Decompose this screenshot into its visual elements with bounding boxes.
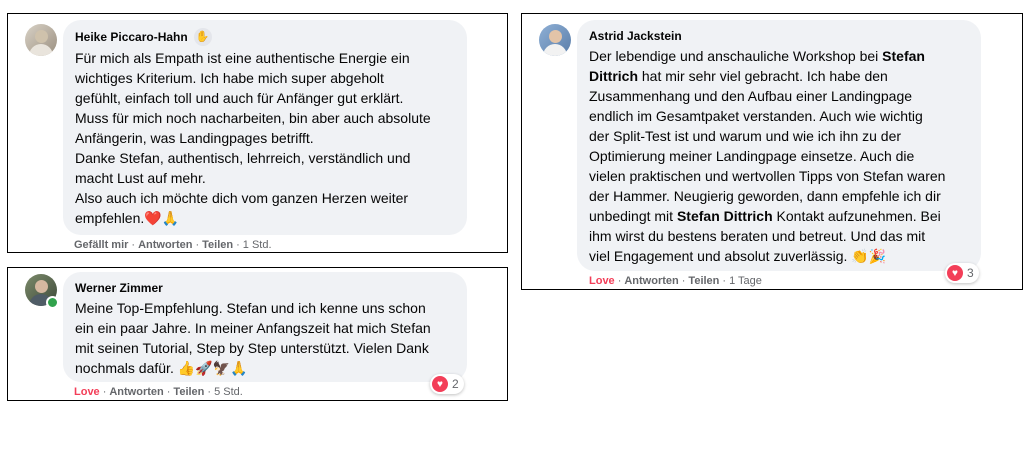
comment-text: Für mich als Empath ist eine authentisch… — [75, 50, 431, 226]
reply-link[interactable]: Antworten — [109, 386, 163, 398]
timestamp[interactable]: 1 Tage — [729, 275, 762, 287]
separator: · — [195, 239, 200, 251]
separator: · — [131, 239, 136, 251]
comment-text-part: Der lebendige und anschauliche Workshop … — [589, 48, 883, 64]
love-link[interactable]: Love — [74, 386, 100, 398]
share-link[interactable]: Teilen — [173, 386, 204, 398]
separator: · — [102, 386, 107, 398]
comment-card-astrid: Astrid Jackstein Der lebendige und ansch… — [521, 13, 1023, 290]
mention-link[interactable]: Stefan Dittrich — [677, 208, 773, 224]
like-link[interactable]: Gefällt mir — [74, 239, 128, 251]
online-status-indicator — [46, 296, 59, 309]
share-link[interactable]: Teilen — [688, 275, 719, 287]
author-name[interactable]: Astrid Jackstein — [589, 28, 682, 44]
comment-card-heike: Heike Piccaro-Hahn ✋ Für mich als Empath… — [7, 13, 508, 253]
comment-actions: Love · Antworten · Teilen · 1 Tage — [589, 275, 762, 287]
timestamp[interactable]: 5 Std. — [214, 386, 243, 398]
comment-bubble: Astrid Jackstein Der lebendige und ansch… — [577, 20, 981, 271]
reaction-summary[interactable]: ♥ 3 — [945, 263, 979, 283]
reply-link[interactable]: Antworten — [624, 275, 678, 287]
reaction-summary[interactable]: ♥ 2 — [430, 374, 464, 394]
comment-bubble: Werner Zimmer Meine Top-Empfehlung. Stef… — [63, 272, 467, 382]
author-name[interactable]: Heike Piccaro-Hahn — [75, 29, 188, 45]
reaction-count: 3 — [967, 266, 974, 280]
love-reaction-icon: ♥ — [432, 376, 448, 392]
timestamp[interactable]: 1 Std. — [243, 239, 272, 251]
author-name[interactable]: Werner Zimmer — [75, 280, 163, 296]
avatar[interactable] — [539, 24, 571, 56]
wave-hand-icon: ✋ — [193, 28, 212, 46]
separator: · — [236, 239, 240, 251]
love-link[interactable]: Love — [589, 275, 615, 287]
comment-text: Meine Top-Empfehlung. Stefan und ich ken… — [75, 300, 431, 376]
comment-text-part: hat mir sehr viel gebracht. Ich habe den… — [589, 68, 946, 224]
comment-actions: Gefällt mir · Antworten · Teilen · 1 Std… — [74, 239, 272, 251]
comment-card-werner: Werner Zimmer Meine Top-Empfehlung. Stef… — [7, 267, 508, 401]
reply-link[interactable]: Antworten — [138, 239, 192, 251]
avatar[interactable] — [25, 24, 57, 56]
comment-actions: Love · Antworten · Teilen · 5 Std. — [74, 386, 243, 398]
comment-text: Der lebendige und anschauliche Workshop … — [589, 46, 969, 266]
separator: · — [207, 386, 212, 398]
separator: · — [617, 275, 622, 287]
comment-bubble: Heike Piccaro-Hahn ✋ Für mich als Empath… — [63, 20, 467, 235]
separator: · — [166, 386, 171, 398]
share-link[interactable]: Teilen — [202, 239, 233, 251]
reaction-count: 2 — [452, 377, 459, 391]
separator: · — [681, 275, 686, 287]
separator: · — [722, 275, 727, 287]
love-reaction-icon: ♥ — [947, 265, 963, 281]
